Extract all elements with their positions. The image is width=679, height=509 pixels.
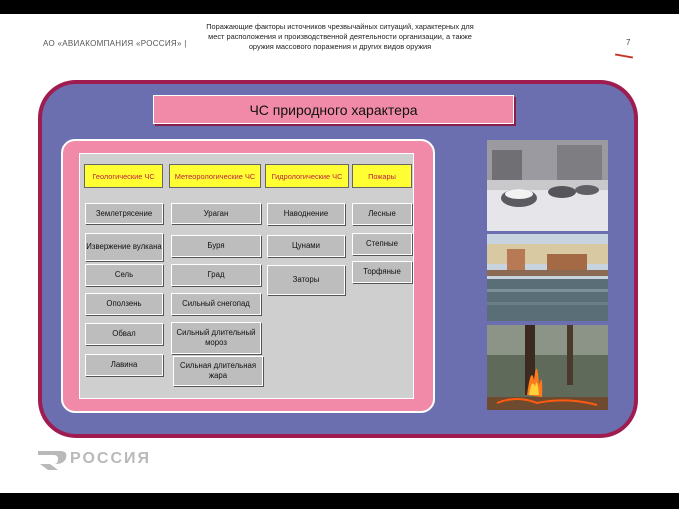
flood-bridge-photo-icon xyxy=(487,234,608,321)
header-title-line: оружия массового поражения и других видо… xyxy=(248,42,432,51)
header-title-line: мест расположения и производственной дея… xyxy=(208,32,472,41)
item-mudflow: Сель xyxy=(85,264,163,286)
top-black-bar xyxy=(0,0,679,14)
company-name: АО «АВИАКОМПАНИЯ «РОССИЯ» | xyxy=(43,39,187,48)
item-ice-jams: Заторы xyxy=(267,265,345,295)
flood-photo xyxy=(487,234,608,321)
item-rockfall: Обвал xyxy=(85,323,163,345)
item-steppe-fires: Степные xyxy=(352,233,412,255)
fire-photo xyxy=(487,325,608,410)
item-tsunami: Цунами xyxy=(267,235,345,257)
item-prolonged-heat: Сильная длительная жара xyxy=(173,356,263,386)
column-header-geological: Геологические ЧС xyxy=(84,164,163,188)
column-header-fires: Пожары xyxy=(352,164,412,188)
item-hurricane: Ураган xyxy=(171,203,261,224)
item-hail: Град xyxy=(171,264,261,286)
item-flood: Наводнение xyxy=(267,203,345,225)
item-forest-fires: Лесные xyxy=(352,203,412,225)
item-volcanic-eruption: Извержение вулкана xyxy=(85,233,163,261)
page-number: 7 xyxy=(626,38,631,47)
logo-text: РОССИЯ xyxy=(70,450,152,467)
column-header-hydrological: Гидрологические ЧС xyxy=(265,164,349,188)
header-title-line: Поражающие факторы источников чрезвычайн… xyxy=(206,22,474,31)
slide-title: ЧС природного характера xyxy=(153,95,514,124)
item-heavy-snowfall: Сильный снегопад xyxy=(171,293,261,315)
page-header-title: Поражающие факторы источников чрезвычайн… xyxy=(185,22,495,52)
column-header-meteorological: Метеорологические ЧС xyxy=(169,164,261,188)
snowstorm-photo xyxy=(487,140,608,231)
item-prolonged-frost: Сильный длительный мороз xyxy=(171,322,261,354)
item-storm: Буря xyxy=(171,235,261,257)
header-accent-mark xyxy=(614,53,634,59)
bottom-black-bar xyxy=(0,493,679,509)
item-avalanche: Лавина xyxy=(85,354,163,376)
item-peat-fires: Торфяные xyxy=(352,261,412,283)
snowstorm-cars-photo-icon xyxy=(487,140,608,231)
item-earthquake: Землетрясение xyxy=(85,203,163,224)
item-landslide: Оползень xyxy=(85,293,163,315)
forest-fire-photo-icon xyxy=(487,325,608,410)
